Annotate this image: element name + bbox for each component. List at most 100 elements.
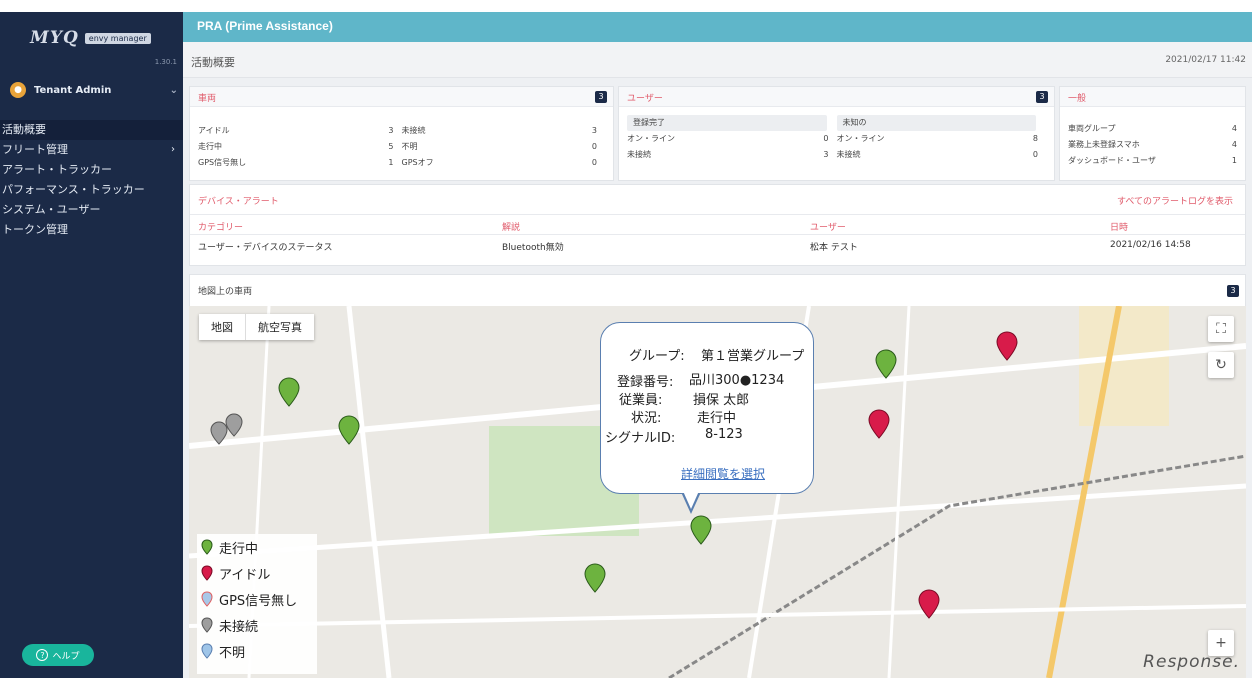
popup-reg-label: 登録番号:: [617, 375, 674, 390]
stat-value: 4: [1231, 124, 1237, 133]
stat-row: 走行中 5 不明 0: [190, 139, 613, 155]
stat-value: 1: [1231, 156, 1237, 165]
stat-row: 車両グループ 4: [1060, 121, 1245, 137]
legend-label: 不明: [219, 645, 246, 661]
logo-mark: MYQ: [30, 28, 79, 48]
legend-label: 未接続: [219, 619, 259, 635]
app-window: MYQ envy manager 1.30.1 ● Tenant Admin ⌄…: [0, 0, 1252, 688]
column-header-user[interactable]: ユーザー: [810, 220, 846, 233]
legend-item-unknown: 不明: [197, 638, 317, 664]
refresh-icon[interactable]: ↻: [1208, 352, 1234, 378]
main-content: 車両 3 アイドル 3 未接続 3 走行中 5 不明 0 GPS信号無し 1 GPSオフ 0: [183, 78, 1252, 678]
app-title: PRA (Prime Assistance): [197, 19, 333, 33]
sidebar-item-token-management[interactable]: トークン管理: [0, 220, 183, 240]
popup-signal-label: シグナルID:: [605, 431, 676, 446]
column-header-category[interactable]: カテゴリー: [198, 220, 243, 233]
stat-value: 4: [1231, 140, 1237, 149]
stat-label: 不明: [401, 142, 418, 151]
cell-date: 2021/02/16 14:58: [1110, 240, 1191, 250]
app-version: 1.30.1: [154, 58, 177, 66]
cell-category: ユーザー・デバイスのステータス: [198, 243, 333, 253]
stat-label: 未接続: [401, 126, 426, 135]
sidebar-item-label: 活動概要: [2, 123, 46, 136]
page-title: 活動概要: [191, 56, 235, 69]
column-header-date[interactable]: 日時: [1110, 220, 1128, 233]
stat-label: ダッシュボード・ユーザ: [1068, 156, 1156, 165]
pin-idle: [868, 331, 1018, 619]
panel-title: 車両: [198, 94, 217, 104]
pin-grey-icon: [201, 617, 213, 633]
stat-value: 8: [1032, 134, 1038, 143]
sidebar-item-label: パフォーマンス・トラッカー: [2, 183, 145, 196]
table-row[interactable]: ユーザー・デバイスのステータス Bluetooth無効 松本 テスト 2021/…: [190, 235, 1245, 255]
panel-title: 一般: [1068, 94, 1087, 104]
help-button[interactable]: ? ヘルプ: [22, 644, 94, 666]
stat-label: オン・ライン: [836, 134, 885, 143]
legend-label: 走行中: [219, 541, 259, 557]
general-panel: 一般 車両グループ 4 業務上未登録スマホ 4 ダッシュボード・ユーザ 1: [1059, 86, 1246, 181]
stat-value: 0: [591, 142, 597, 151]
pin-light-blue-icon: [201, 591, 213, 607]
pin-red-icon: [201, 565, 213, 581]
sidebar-item-label: トークン管理: [2, 223, 68, 236]
page-header: 活動概要 2021/02/17 11:42: [183, 42, 1252, 78]
column-header-description[interactable]: 解説: [502, 220, 520, 233]
count-badge: 3: [1227, 285, 1239, 297]
user-menu[interactable]: ● Tenant Admin ⌄: [10, 82, 178, 98]
sidebar-item-label: システム・ユーザー: [2, 203, 101, 216]
vehicle-info-popup: グループ: 第１営業グループ 登録番号: 品川300●1234 従業員: 損保 …: [600, 322, 814, 494]
fullscreen-icon[interactable]: ⛶: [1208, 316, 1234, 342]
map-legend: 走行中 アイドル GPS信号無し 未接続 不明: [197, 534, 317, 674]
panel-title: 地図上の車両: [198, 287, 253, 297]
vehicle-map[interactable]: 地図 航空写真 ⛶ ↻ + グループ: 第１営業グループ 登録番号: 品川300…: [189, 306, 1246, 678]
stat-label: アイドル: [198, 126, 230, 135]
satellite-view-button[interactable]: 航空写真: [245, 314, 314, 340]
sidebar-menu: 活動概要 フリート管理 › アラート・トラッカー パフォーマンス・トラッカー シス…: [0, 120, 183, 240]
sidebar-item-fleet-management[interactable]: フリート管理 ›: [0, 140, 183, 160]
table-header: カテゴリー 解説 ユーザー 日時: [190, 215, 1245, 235]
stat-label: 業務上未登録スマホ: [1068, 140, 1140, 149]
legend-item-disconnected: 未接続: [197, 612, 317, 638]
sidebar-item-system-users[interactable]: システム・ユーザー: [0, 200, 183, 220]
stat-value: 3: [388, 126, 394, 135]
sidebar-item-activity-overview[interactable]: 活動概要: [0, 120, 183, 140]
help-label: ヘルプ: [52, 651, 80, 662]
stat-value: 3: [591, 126, 597, 135]
popup-detail-link[interactable]: 詳細閲覧を選択: [681, 465, 765, 482]
panel-title: デバイス・アラート: [198, 197, 279, 207]
legend-item-driving: 走行中: [197, 534, 317, 560]
stat-label: 走行中: [198, 142, 222, 151]
stat-row: 未接続 3 未接続 0: [619, 147, 1054, 163]
map-panel-header: 地図上の車両 3: [189, 274, 1246, 306]
sidebar-item-performance-tracker[interactable]: パフォーマンス・トラッカー: [0, 180, 183, 200]
chevron-down-icon: ⌄: [169, 84, 178, 96]
logo: MYQ envy manager: [30, 28, 151, 48]
legend-label: GPS信号無し: [219, 593, 298, 609]
stat-value: 0: [823, 134, 829, 143]
stat-value: 0: [591, 158, 597, 167]
watermark: Response.: [1143, 652, 1240, 672]
stat-label: 未接続: [627, 150, 651, 159]
map-type-toggle: 地図 航空写真: [199, 314, 314, 340]
sidebar-item-alert-tracker[interactable]: アラート・トラッカー: [0, 160, 183, 180]
chevron-right-icon: ›: [171, 144, 175, 155]
stat-row: 業務上未登録スマホ 4: [1060, 137, 1245, 153]
view-all-alerts-link[interactable]: すべてのアラートログを表示: [1117, 194, 1233, 207]
sidebar-item-label: フリート管理: [2, 143, 68, 156]
question-circle-icon: ?: [36, 649, 49, 661]
popup-group-label: グループ:: [629, 349, 685, 364]
stat-label: 未接続: [836, 150, 861, 159]
popup-tail-inner: [683, 491, 699, 509]
map-view-button[interactable]: 地図: [199, 314, 245, 340]
stat-label: GPS信号無し: [198, 158, 247, 167]
stat-value: 3: [823, 150, 829, 159]
top-bar: PRA (Prime Assistance): [183, 12, 1252, 42]
count-badge: 3: [595, 91, 607, 103]
popup-status-value: 走行中: [697, 411, 737, 426]
pin-blue-icon: [201, 643, 213, 659]
popup-reg-value: 品川300●1234: [689, 373, 785, 388]
column-header: 登録完了: [633, 118, 665, 127]
pin-green-icon: [201, 539, 213, 555]
timestamp: 2021/02/17 11:42: [1165, 55, 1246, 65]
popup-signal-value: 8-123: [705, 427, 743, 442]
